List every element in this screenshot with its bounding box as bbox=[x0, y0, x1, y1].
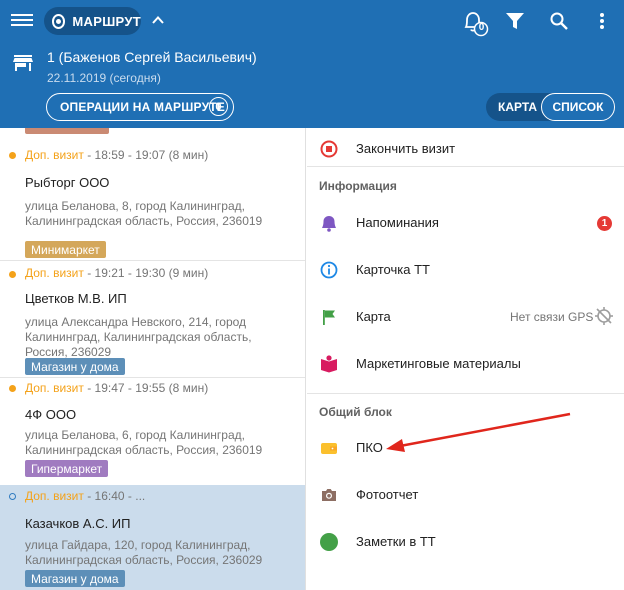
stop-circle-icon bbox=[320, 140, 338, 158]
route-icon bbox=[52, 13, 66, 29]
view-toggle: КАРТА СПИСОК bbox=[486, 93, 615, 121]
finish-visit-label: Закончить визит bbox=[356, 141, 456, 156]
visit-address: улица Беланова, 6, город Калининград, Ка… bbox=[25, 428, 263, 457]
app-bar: МАРШРУТ 0 1 (Баженов Сергей Васильевич) … bbox=[0, 0, 624, 128]
notifications-count: 0 bbox=[478, 22, 485, 33]
visit-time: - 19:47 - 19:55 (8 мин) bbox=[83, 381, 209, 395]
visit-action-menu: Закончить визит Информация Напоминания 1… bbox=[307, 128, 624, 590]
visit-status-icon bbox=[9, 152, 16, 159]
photo-report-item[interactable]: Фотоотчет bbox=[307, 475, 624, 515]
visit-item[interactable]: Доп. визит - 18:59 - 19:07 (8 мин) Рыбто… bbox=[0, 142, 305, 260]
visit-header: Доп. визит - 16:40 - ... bbox=[25, 489, 145, 503]
outlet-notes-item[interactable]: Заметки в ТТ bbox=[307, 522, 624, 562]
visit-tag: Гипермаркет bbox=[25, 460, 109, 477]
visit-time: - 16:40 - ... bbox=[83, 489, 146, 503]
marketing-materials-label: Маркетинговые материалы bbox=[356, 356, 521, 371]
route-label: МАРШРУТ bbox=[72, 13, 141, 29]
visit-address: улица Гайдара, 120, город Калининград, К… bbox=[25, 538, 263, 567]
note-icon bbox=[320, 533, 338, 551]
menu-icon[interactable] bbox=[11, 11, 33, 29]
visit-kind: Доп. визит bbox=[25, 489, 84, 503]
finish-visit-item[interactable]: Закончить визит bbox=[307, 129, 624, 169]
visit-status-icon bbox=[9, 271, 16, 278]
divider bbox=[307, 166, 624, 167]
outlet-card-label: Карточка ТТ bbox=[356, 262, 430, 277]
route-operations-label: ОПЕРАЦИИ НА МАРШРУТЕ bbox=[60, 100, 225, 114]
outlet-card-item[interactable]: Карточка ТТ bbox=[307, 250, 624, 290]
route-operations-button[interactable]: ОПЕРАЦИИ НА МАРШРУТЕ 0 bbox=[46, 93, 234, 121]
visit-header: Доп. визит - 18:59 - 19:07 (8 мин) bbox=[25, 148, 208, 162]
reminders-item[interactable]: Напоминания 1 bbox=[307, 203, 624, 243]
visit-time: - 18:59 - 19:07 (8 мин) bbox=[83, 148, 209, 162]
visit-tag: Минимаркет bbox=[25, 241, 106, 258]
visit-name: Рыбторг ООО bbox=[25, 175, 110, 190]
camera-icon bbox=[322, 489, 336, 501]
visit-kind: Доп. визит bbox=[25, 148, 84, 162]
reminders-label: Напоминания bbox=[356, 215, 439, 230]
visit-item[interactable]: Доп. визит - 19:47 - 19:55 (8 мин) 4Ф ОО… bbox=[0, 378, 305, 485]
store-icon bbox=[13, 55, 33, 71]
chevron-up-icon[interactable] bbox=[151, 13, 165, 27]
visit-tag: Магазин у дома bbox=[25, 570, 125, 587]
visit-time: - 19:21 - 19:30 (9 мин) bbox=[83, 266, 209, 280]
photo-report-label: Фотоотчет bbox=[356, 487, 419, 502]
visit-name: Цветков М.В. ИП bbox=[25, 291, 127, 306]
book-icon bbox=[321, 355, 337, 373]
visit-list[interactable]: Доп. визит - 18:59 - 19:07 (8 мин) Рыбто… bbox=[0, 128, 306, 590]
route-operations-count: 0 bbox=[209, 97, 228, 116]
view-list-button[interactable]: СПИСОК bbox=[541, 93, 615, 121]
section-common-title: Общий блок bbox=[319, 405, 392, 419]
visit-item-active[interactable]: Доп. визит - 16:40 - ... Казачков А.С. И… bbox=[0, 485, 305, 590]
more-vert-icon[interactable] bbox=[599, 12, 605, 30]
visit-tag-partial bbox=[25, 128, 109, 134]
visit-name: 4Ф ООО bbox=[25, 407, 77, 422]
bell-icon bbox=[322, 216, 336, 232]
visit-kind: Доп. визит bbox=[25, 381, 84, 395]
route-selector[interactable]: МАРШРУТ bbox=[44, 7, 141, 35]
visit-kind: Доп. визит bbox=[25, 266, 84, 280]
map-item[interactable]: Карта Нет связи GPS bbox=[307, 297, 624, 337]
route-date: 22.11.2019 (сегодня) bbox=[47, 71, 161, 85]
reminders-count-badge: 1 bbox=[597, 216, 612, 231]
visit-header: Доп. визит - 19:21 - 19:30 (9 мин) bbox=[25, 266, 208, 280]
flag-icon bbox=[323, 310, 335, 325]
divider bbox=[307, 393, 624, 394]
view-map-button[interactable]: КАРТА bbox=[498, 100, 537, 114]
section-info-title: Информация bbox=[319, 179, 397, 193]
pko-label: ПКО bbox=[356, 440, 383, 455]
pko-item[interactable]: ПКО bbox=[307, 428, 624, 468]
map-label: Карта bbox=[356, 309, 391, 324]
visit-header: Доп. визит - 19:47 - 19:55 (8 мин) bbox=[25, 381, 208, 395]
visit-name: Казачков А.С. ИП bbox=[25, 516, 131, 531]
visit-address: улица Александра Невского, 214, город Ка… bbox=[25, 315, 252, 359]
filter-icon[interactable] bbox=[505, 12, 525, 30]
visit-status-icon bbox=[9, 493, 16, 500]
visit-tag: Магазин у дома bbox=[25, 358, 125, 375]
visit-address: улица Беланова, 8, город Калининград, Ка… bbox=[25, 199, 263, 228]
info-icon bbox=[320, 261, 338, 279]
wallet-icon bbox=[321, 443, 337, 454]
gps-off-icon bbox=[595, 307, 613, 325]
agent-title: 1 (Баженов Сергей Васильевич) bbox=[47, 49, 257, 65]
outlet-notes-label: Заметки в ТТ bbox=[356, 534, 436, 549]
visit-status-icon bbox=[9, 385, 16, 392]
gps-status: Нет связи GPS bbox=[510, 310, 594, 324]
marketing-materials-item[interactable]: Маркетинговые материалы bbox=[307, 344, 624, 384]
search-icon[interactable] bbox=[549, 11, 569, 31]
visit-item[interactable]: Доп. визит - 19:21 - 19:30 (9 мин) Цветк… bbox=[0, 261, 305, 377]
